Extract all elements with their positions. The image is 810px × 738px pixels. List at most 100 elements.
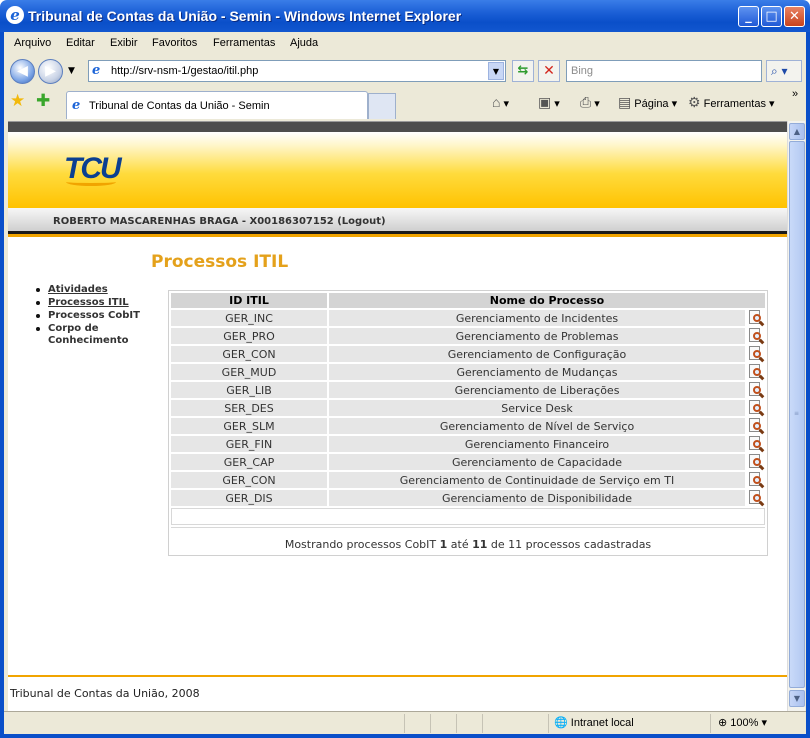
logo-swoosh [66,178,116,186]
logout-link[interactable]: (Logout) [337,216,385,227]
back-button[interactable]: ◀ [10,59,35,84]
magnifier-icon [748,328,765,345]
view-details-button[interactable] [747,400,765,417]
zoom-control[interactable]: ⊕ 100% ▾ [718,716,767,729]
menu-arquivo[interactable]: Arquivo [14,37,51,49]
grip-icon: ≡ [794,410,800,417]
tab-title: Tribunal de Contas da União - Semin [89,100,270,112]
forward-button[interactable]: ▶ [38,59,63,84]
nav-item-atividades[interactable]: Atividades [32,284,142,296]
magnifier-icon [748,382,765,399]
page-menu-icon: ▤ [618,94,632,110]
view-details-button[interactable] [747,382,765,399]
table-summary: Mostrando processos CobIT 1 até 11 de 11… [171,527,765,553]
process-name: Gerenciamento de Continuidade de Serviço… [329,472,745,488]
summary-to: 11 [472,538,488,551]
menu-exibir[interactable]: Exibir [110,37,138,49]
view-details-button[interactable] [747,490,765,507]
home-button[interactable]: ⌂ ▾ [492,94,509,110]
magnifier-icon [748,472,765,489]
magnifier-icon [748,490,765,507]
nav-link-processos-itil[interactable]: Processos ITIL [48,297,129,308]
feeds-button[interactable]: ▣ ▾ [538,94,560,111]
nav-item-corpo-conhecimento[interactable]: Corpo de Conhecimento [32,323,142,347]
nav-item-processos-cobit[interactable]: Processos CobIT [32,310,142,322]
arrow-right-icon: ▶ [45,63,56,79]
maximize-button[interactable]: □ [761,6,782,27]
tab-toolbar: ★ ✚ e Tribunal de Contas da União - Semi… [4,88,806,119]
process-id: GER_LIB [171,382,327,398]
refresh-icon: ⇆ [517,63,529,78]
view-details-button[interactable] [747,436,765,453]
process-id: GER_SLM [171,418,327,434]
menu-editar[interactable]: Editar [66,37,95,49]
menu-ajuda[interactable]: Ajuda [290,37,318,49]
tools-menu[interactable]: ⚙ Ferramentas ▾ [688,94,775,111]
tcu-logo: TCU [64,152,122,186]
add-favorite-icon[interactable]: ✚ [36,91,50,111]
magnifier-icon [748,346,765,363]
new-tab-button[interactable] [368,93,396,119]
nav-link-processos-cobit[interactable]: Processos CobIT [48,310,140,321]
menu-bar: Arquivo Editar Exibir Favoritos Ferramen… [4,34,806,52]
address-bar[interactable]: e http://srv-nsm-1/gestao/itil.php ▼ [88,60,506,82]
nav-link-corpo-conhecimento[interactable]: Corpo de Conhecimento [48,323,129,346]
process-name: Service Desk [329,400,745,416]
favorites-star-icon[interactable]: ★ [10,91,25,111]
magnifier-icon [748,436,765,453]
process-name: Gerenciamento de Liberações [329,382,745,398]
table-row: GER_FIN Gerenciamento Financeiro [171,436,765,453]
table-row: GER_DIS Gerenciamento de Disponibilidade [171,490,765,507]
vertical-scrollbar[interactable]: ▲ ≡ ▼ [787,121,805,711]
view-details-button[interactable] [747,472,765,489]
gear-icon: ⚙ [688,94,701,110]
process-name: Gerenciamento de Incidentes [329,310,745,326]
process-name: Gerenciamento de Problemas [329,328,745,344]
internet-explorer-icon: e [6,6,24,24]
tab-active[interactable]: e Tribunal de Contas da União - Semin [66,91,368,119]
scroll-up-button[interactable]: ▲ [789,123,805,140]
view-details-button[interactable] [747,328,765,345]
nav-link-atividades[interactable]: Atividades [48,284,108,295]
view-details-button[interactable] [747,418,765,435]
stop-button[interactable]: ✕ [538,60,560,82]
magnifier-icon [748,364,765,381]
security-zone[interactable]: 🌐 Intranet local [554,716,634,729]
status-bar: 🌐 Intranet local ⊕ 100% ▾ [4,711,806,734]
process-name: Gerenciamento de Mudanças [329,364,745,380]
address-dropdown-icon[interactable]: ▼ [488,62,504,80]
nav-item-processos-itil[interactable]: Processos ITIL [32,297,142,309]
refresh-button[interactable]: ⇆ [512,60,534,82]
search-button[interactable]: ⌕ ▾ [766,60,802,82]
view-details-button[interactable] [747,364,765,381]
scroll-down-button[interactable]: ▼ [789,690,805,707]
minimize-button[interactable]: _ [738,6,759,27]
process-name: Gerenciamento de Disponibilidade [329,490,745,506]
table-row: SER_DES Service Desk [171,400,765,417]
scroll-thumb[interactable]: ≡ [789,141,805,688]
magnifier-icon [748,454,765,471]
process-id: GER_FIN [171,436,327,452]
page-footer: Tribunal de Contas da União, 2008 [10,687,200,700]
window-title: Tribunal de Contas da União - Semin - Wi… [28,8,462,24]
history-dropdown-icon[interactable]: ▼ [68,66,75,76]
address-url[interactable]: http://srv-nsm-1/gestao/itil.php [111,65,258,77]
print-button[interactable]: ⎙ ▾ [580,94,600,111]
search-input[interactable]: Bing [566,60,762,82]
page-icon: e [92,63,101,78]
page-menu[interactable]: ▤ Página ▾ [618,94,677,111]
table-row: GER_LIB Gerenciamento de Liberações [171,382,765,399]
view-details-button[interactable] [747,310,765,327]
process-id: GER_CAP [171,454,327,470]
zoom-level: 100% [730,717,759,729]
page-viewport: TCU ROBERTO MASCARENHAS BRAGA - X0018630… [8,121,787,711]
view-details-button[interactable] [747,454,765,471]
view-details-button[interactable] [747,346,765,363]
close-button[interactable]: ✕ [784,6,805,27]
chevron-more-icon[interactable]: » [792,88,798,100]
table-summary-row: Mostrando processos CobIT 1 até 11 de 11… [171,527,765,553]
stop-icon: ✕ [543,63,555,79]
process-name: Gerenciamento de Configuração [329,346,745,362]
menu-favoritos[interactable]: Favoritos [152,37,197,49]
menu-ferramentas[interactable]: Ferramentas [213,37,275,49]
